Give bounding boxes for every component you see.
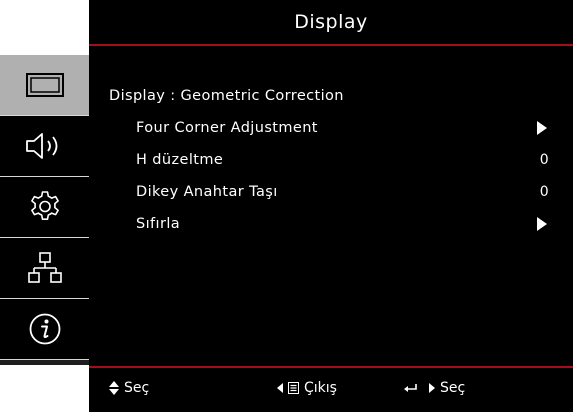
sidebar [0,55,89,365]
submenu-arrow-icon [537,217,547,231]
hint-label: Seç [124,380,150,396]
up-down-arrow-icon [109,381,119,395]
gear-icon [30,191,59,220]
hint-select-updown: Seç [109,368,149,408]
menu-item-v-keystone[interactable]: Dikey Anahtar Taşı 0 [136,179,549,205]
menu-item-four-corner[interactable]: Four Corner Adjustment [136,115,549,141]
menu-icon [288,382,299,394]
menu-item-value: 0 [539,152,549,168]
osd-menu: Display Display : Geometric Correction F… [0,0,573,412]
tab-audio[interactable] [0,116,89,177]
tab-network[interactable] [0,238,89,299]
menu-item-label: Sıfırla [136,216,181,232]
speaker-icon [25,133,57,159]
menu-item-reset[interactable]: Sıfırla [136,211,549,237]
network-icon [27,252,62,283]
menu-item-value: 0 [539,184,549,200]
right-arrow-icon [429,383,435,393]
tab-display[interactable] [0,55,89,116]
tab-settings[interactable] [0,177,89,238]
page-title: Display [89,0,573,44]
info-icon [29,313,60,345]
menu-item-h-keystone[interactable]: H düzeltme 0 [136,147,549,173]
submenu-arrow-icon [537,121,547,135]
main-panel: Display Display : Geometric Correction F… [89,0,573,412]
display-icon [25,73,64,97]
menu-content: Display : Geometric Correction Four Corn… [89,46,573,366]
footer-hints: Seç Çıkış Seç [89,368,573,412]
hint-label: Seç [440,380,466,396]
menu-item-label: Dikey Anahtar Taşı [136,184,278,200]
back-arrow-icon [277,383,283,393]
breadcrumb: Display : Geometric Correction [109,88,344,104]
hint-enter: Seç [404,368,465,408]
hint-exit: Çıkış [277,368,337,408]
enter-icon [404,384,417,392]
menu-item-label: H düzeltme [136,152,224,168]
tab-info[interactable] [0,299,89,360]
hint-label: Çıkış [304,380,337,396]
menu-item-label: Four Corner Adjustment [136,120,318,136]
